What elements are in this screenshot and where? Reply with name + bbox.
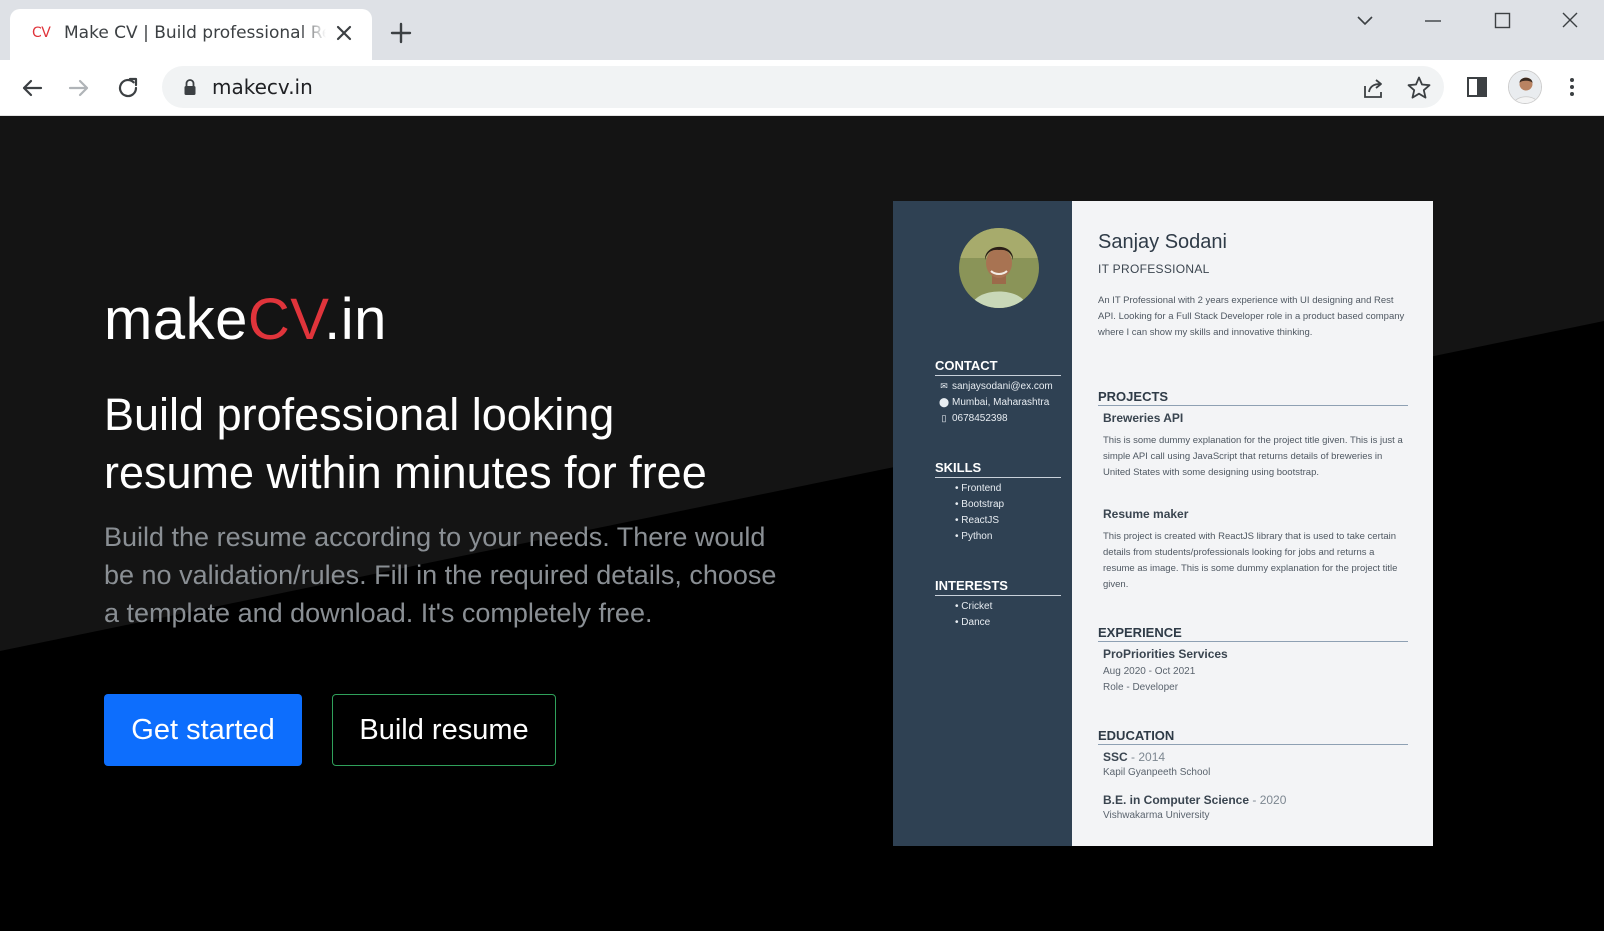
skills-rule — [935, 477, 1061, 478]
new-tab-icon[interactable] — [388, 20, 414, 46]
envelope-icon: ✉ — [940, 381, 948, 391]
maximize-icon[interactable] — [1479, 6, 1525, 36]
education-rule — [1098, 744, 1408, 745]
education-degree: B.E. in Computer Science - 2020 — [1103, 793, 1286, 807]
profile-avatar[interactable] — [1508, 70, 1542, 104]
brand-logo: makeCV.in — [104, 286, 387, 353]
skills-heading: SKILLS — [935, 460, 982, 475]
menu-kebab-icon[interactable] — [1557, 72, 1587, 102]
experience-rule — [1098, 641, 1408, 642]
hero-headline: Build professional looking resume within… — [104, 386, 784, 502]
brand-prefix: make — [104, 287, 248, 352]
hero-lead: Build the resume according to your needs… — [104, 522, 777, 628]
education-school: Vishwakarma University — [1103, 810, 1210, 821]
brand-suffix: .in — [324, 287, 387, 352]
resume-role: IT PROFESSIONAL — [1098, 262, 1210, 276]
address-bar[interactable]: makecv.in — [162, 66, 1444, 108]
skill-item: • Bootstrap — [955, 499, 1005, 510]
resume-sidebar: CONTACT ✉ sanjaysodani@ex.com ⬤ Mumbai, Ma… — [893, 201, 1072, 846]
contact-rule — [935, 375, 1061, 376]
close-window-icon[interactable] — [1547, 6, 1593, 36]
person-photo-icon — [959, 228, 1039, 308]
skill-item: • Frontend — [955, 483, 1002, 494]
brand-accent: CV — [247, 287, 325, 352]
location-text: Mumbai, Maharashtra — [952, 397, 1050, 408]
landing-page: makeCV.in Build professional looking res… — [0, 116, 1604, 931]
experience-heading: EXPERIENCE — [1098, 625, 1182, 640]
projects-heading: PROJECTS — [1098, 389, 1169, 404]
resume-summary: An IT Professional with 2 years experien… — [1098, 295, 1405, 338]
degree-year: - 2014 — [1127, 750, 1166, 764]
phone-icon: ▯ — [941, 413, 947, 423]
close-tab-icon[interactable] — [332, 21, 356, 45]
interest-item: • Dance — [955, 617, 991, 628]
email-text: sanjaysodani@ex.com — [952, 381, 1053, 392]
get-started-button[interactable]: Get started — [104, 694, 302, 766]
reload-icon[interactable] — [112, 72, 144, 104]
skill-item: • ReactJS — [955, 515, 1000, 526]
contact-heading: CONTACT — [935, 358, 998, 373]
resume-main: Sanjay Sodani IT PROFESSIONAL An IT Prof… — [1072, 201, 1433, 846]
lock-icon[interactable] — [182, 78, 198, 96]
tab-search-icon[interactable] — [1342, 6, 1388, 36]
education-school: Kapil Gyanpeeth School — [1103, 767, 1211, 778]
url-text[interactable]: makecv.in — [212, 75, 313, 99]
experience-dates: Aug 2020 - Oct 2021 — [1103, 666, 1196, 677]
project-desc: This project is created with ReactJS lib… — [1103, 531, 1398, 590]
projects-rule — [1098, 405, 1408, 406]
education-degree: SSC - 2014 — [1103, 750, 1165, 764]
bookmark-star-icon[interactable] — [1405, 74, 1433, 102]
project-title: Breweries API — [1103, 411, 1184, 425]
experience-company: ProPriorities Services — [1103, 647, 1228, 661]
profile-avatar-icon — [1509, 71, 1541, 103]
back-icon[interactable] — [16, 72, 48, 104]
forward-icon[interactable] — [63, 72, 95, 104]
contact-phone: ▯ 0678452398 — [939, 413, 1008, 424]
share-icon[interactable] — [1360, 74, 1388, 102]
contact-email: ✉ sanjaysodani@ex.com — [939, 381, 1053, 392]
side-panel-icon[interactable] — [1462, 72, 1492, 102]
resume-preview: CONTACT ✉ sanjaysodani@ex.com ⬤ Mumbai, Ma… — [893, 201, 1433, 846]
browser-toolbar: makecv.in — [0, 60, 1604, 116]
tab-strip: CV Make CV | Build professional Resume — [0, 0, 1604, 60]
headline-line-1: Build professional looking — [104, 389, 615, 440]
degree-text: SSC — [1103, 750, 1128, 764]
phone-text: 0678452398 — [952, 413, 1008, 424]
degree-year: - 2020 — [1249, 793, 1287, 807]
map-pin-icon: ⬤ — [939, 397, 950, 407]
build-resume-button[interactable]: Build resume — [332, 694, 556, 766]
resume-name: Sanjay Sodani — [1098, 231, 1227, 253]
resume-photo — [959, 228, 1039, 308]
minimize-icon[interactable] — [1410, 6, 1456, 36]
interests-heading: INTERESTS — [935, 578, 1008, 593]
interests-rule — [935, 595, 1061, 596]
education-heading: EDUCATION — [1098, 728, 1175, 743]
skill-item: • Python — [955, 531, 993, 542]
favicon-icon: CV — [32, 25, 51, 41]
headline-line-2: resume within minutes for free — [104, 447, 707, 498]
project-desc: This is some dummy explanation for the p… — [1103, 435, 1403, 478]
browser-tab[interactable]: CV Make CV | Build professional Resume — [10, 9, 372, 60]
tab-title: Make CV | Build professional Resume — [64, 23, 326, 43]
interest-item: • Cricket — [955, 601, 993, 612]
degree-text: B.E. in Computer Science — [1103, 793, 1250, 807]
project-title: Resume maker — [1103, 507, 1189, 521]
experience-role: Role - Developer — [1103, 682, 1179, 693]
contact-location: ⬤ Mumbai, Maharashtra — [939, 397, 1049, 408]
